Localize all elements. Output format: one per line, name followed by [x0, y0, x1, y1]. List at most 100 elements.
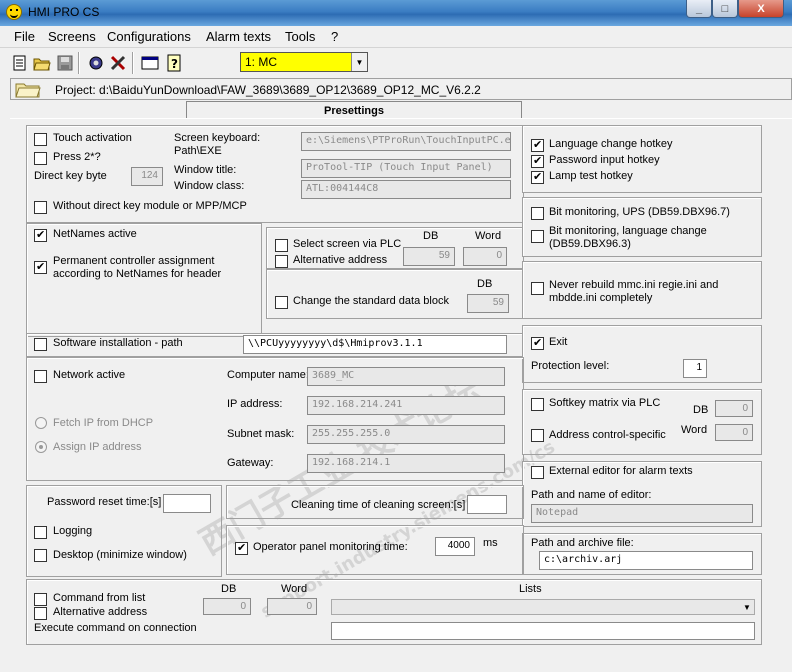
- softkey-db-field[interactable]: 0: [715, 400, 753, 417]
- screen-keyboard-label: Screen keyboard: Path\EXE: [174, 132, 261, 157]
- password-reset-field[interactable]: [163, 494, 211, 513]
- change-db-group: DB Change the standard data block 59: [266, 269, 524, 319]
- exit-checkbox[interactable]: [531, 336, 544, 350]
- without-direct-key-label: Without direct key module or MPP/MCP: [53, 200, 247, 212]
- lamp-test-checkbox[interactable]: [531, 170, 544, 184]
- plc-word-field[interactable]: 0: [463, 247, 507, 266]
- cleaning-group: Cleaning time of cleaning screen:[s]: [226, 485, 524, 519]
- close-button[interactable]: X: [738, 0, 784, 18]
- touch-activation-checkbox[interactable]: [34, 133, 47, 146]
- plc-select-group: DB Word Select screen via PLC Alternativ…: [266, 227, 524, 269]
- subnet-label: Subnet mask:: [227, 428, 295, 440]
- open-folder-icon[interactable]: [32, 53, 52, 73]
- dhcp-label: Fetch IP from DHCP: [53, 417, 154, 429]
- touch-group: Touch activation Press 2*? Direct key by…: [26, 125, 524, 223]
- protection-level-field[interactable]: 1: [683, 359, 707, 378]
- netnames-active-checkbox[interactable]: [34, 228, 47, 242]
- software-path-checkbox[interactable]: [34, 338, 47, 351]
- op-monitor-field[interactable]: 4000: [435, 537, 475, 556]
- command-lists-combo[interactable]: ▼: [331, 599, 755, 615]
- logging-checkbox[interactable]: [34, 526, 47, 539]
- desktop-minimize-checkbox[interactable]: [34, 549, 47, 562]
- execute-command-field[interactable]: [331, 622, 755, 640]
- op-monitor-unit: ms: [483, 537, 498, 549]
- subnet-field[interactable]: 255.255.255.0: [307, 425, 505, 444]
- new-file-icon[interactable]: [10, 53, 30, 73]
- network-active-checkbox[interactable]: [34, 370, 47, 383]
- menu-help[interactable]: ?: [331, 29, 338, 44]
- without-direct-key-checkbox[interactable]: [34, 201, 47, 214]
- menu-screens[interactable]: Screens: [48, 29, 96, 44]
- settings-gear-icon[interactable]: [86, 53, 106, 73]
- press2-checkbox[interactable]: [34, 152, 47, 165]
- tab-presettings[interactable]: Presettings: [186, 101, 522, 119]
- maximize-button[interactable]: □: [712, 0, 738, 18]
- software-group: Software installation - path \\PCUyyyyyy…: [26, 333, 524, 357]
- softkey-word-field[interactable]: 0: [715, 424, 753, 441]
- command-word-field[interactable]: 0: [267, 598, 317, 615]
- language-hotkey-checkbox[interactable]: [531, 138, 544, 152]
- language-hotkey-label: Language change hotkey: [549, 138, 673, 150]
- tools-wrench-icon[interactable]: [108, 53, 128, 73]
- cleaning-time-field[interactable]: [467, 495, 507, 514]
- minimize-button[interactable]: _: [686, 0, 712, 18]
- change-db-field[interactable]: 59: [467, 294, 509, 313]
- command-db-label: DB: [221, 583, 237, 595]
- software-path-field[interactable]: \\PCUyyyyyyyy\d$\Hmiprov3.1.1: [243, 335, 507, 354]
- gateway-field[interactable]: 192.168.214.1: [307, 454, 505, 473]
- screen-window-icon[interactable]: [140, 53, 160, 73]
- password-hotkey-label: Password input hotkey: [549, 154, 660, 166]
- touch-activation-label: Touch activation: [53, 132, 132, 144]
- network-group: Network active Fetch IP from DHCP Assign…: [26, 357, 524, 481]
- plc-db-label: DB: [423, 230, 439, 242]
- menu-alarm-texts[interactable]: Alarm texts: [206, 29, 271, 44]
- computer-name-field[interactable]: 3689_MC: [307, 367, 505, 386]
- menu-configurations[interactable]: Configurations: [107, 29, 191, 44]
- rebuild-group: Never rebuild mmc.ini regie.ini and mbdd…: [522, 261, 762, 319]
- dhcp-radio[interactable]: [35, 417, 47, 429]
- op-monitor-checkbox[interactable]: [235, 541, 248, 555]
- softkey-db-label: DB: [693, 404, 709, 416]
- window-title: HMI PRO CS: [28, 5, 100, 19]
- external-editor-checkbox[interactable]: [531, 466, 544, 479]
- command-alt-address-checkbox[interactable]: [34, 607, 47, 620]
- password-hotkey-checkbox[interactable]: [531, 154, 544, 168]
- press2-label: Press 2*?: [53, 151, 101, 163]
- command-lists-label: Lists: [519, 583, 542, 595]
- svg-text:?: ?: [171, 57, 178, 71]
- softkey-matrix-checkbox[interactable]: [531, 398, 544, 411]
- select-screen-checkbox[interactable]: [275, 239, 288, 252]
- command-db-field[interactable]: 0: [203, 598, 251, 615]
- permanent-assignment-checkbox[interactable]: [34, 260, 47, 274]
- assign-ip-radio[interactable]: [35, 441, 47, 453]
- window-title-field[interactable]: ProTool-TIP (Touch Input Panel): [301, 159, 511, 178]
- permanent-assignment-label: Permanent controller assignment accordin…: [53, 255, 222, 280]
- chevron-down-icon[interactable]: ▼: [351, 53, 367, 71]
- archive-field[interactable]: c:\archiv.arj: [539, 551, 753, 570]
- menu-file[interactable]: File: [14, 29, 35, 44]
- menu-tools[interactable]: Tools: [285, 29, 315, 44]
- lists-chevron-down-icon[interactable]: ▼: [740, 600, 754, 614]
- bit-ups-checkbox[interactable]: [531, 207, 544, 220]
- window-class-label: Window class:: [174, 180, 245, 192]
- plc-db-field[interactable]: 59: [403, 247, 455, 266]
- screen-select-dropdown[interactable]: 1: MC ▼: [240, 52, 368, 72]
- ip-address-field[interactable]: 192.168.214.241: [307, 396, 505, 415]
- editor-path-label: Path and name of editor:: [531, 489, 652, 501]
- window-class-field[interactable]: ATL:004144C8: [301, 180, 511, 199]
- screen-keyboard-field[interactable]: e:\Siemens\PTProRun\TouchInputPC.e: [301, 132, 511, 151]
- bit-ups-label: Bit monitoring, UPS (DB59.DBX96.7): [549, 206, 730, 218]
- toolbar: ?: [0, 48, 792, 78]
- never-rebuild-checkbox[interactable]: [531, 282, 544, 295]
- bit-lang-checkbox[interactable]: [531, 230, 544, 243]
- change-db-checkbox[interactable]: [275, 296, 288, 309]
- direct-key-byte-field[interactable]: 124: [131, 167, 163, 186]
- software-path-label: Software installation - path: [53, 337, 183, 349]
- direct-key-byte-label: Direct key byte: [34, 170, 107, 182]
- command-from-list-checkbox[interactable]: [34, 593, 47, 606]
- help-question-icon[interactable]: ?: [164, 53, 184, 73]
- save-disk-icon[interactable]: [55, 53, 75, 73]
- address-control-checkbox[interactable]: [531, 429, 544, 442]
- alt-address-checkbox[interactable]: [275, 255, 288, 268]
- editor-path-field[interactable]: Notepad: [531, 504, 753, 523]
